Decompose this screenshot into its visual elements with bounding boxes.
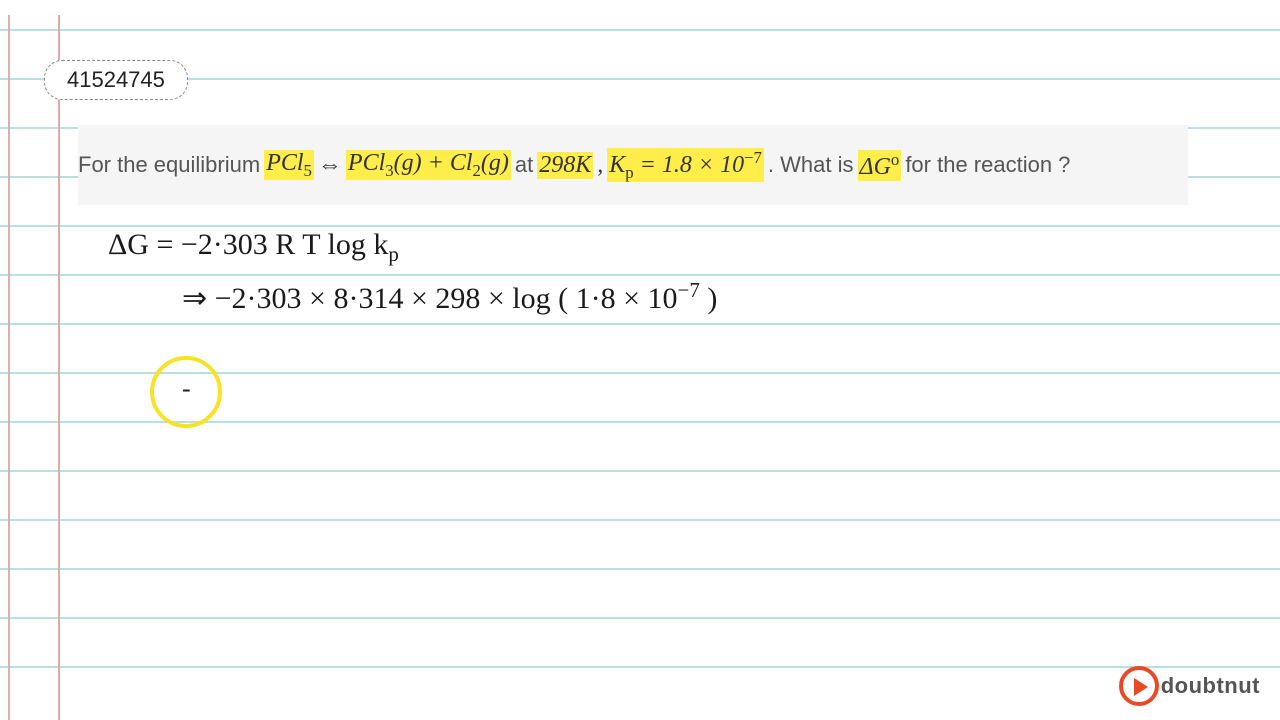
eq-state-3: (g) bbox=[481, 150, 509, 176]
hw-line1-sub: p bbox=[388, 242, 399, 266]
hw-line2-arrow: ⇒ bbox=[182, 282, 207, 315]
question-mid1: at bbox=[515, 152, 533, 178]
margin-rule-right bbox=[58, 15, 60, 720]
question-mid2: , bbox=[597, 152, 603, 179]
equation-highlight-2: PCl3(g) + Cl2(g) bbox=[346, 150, 511, 181]
question-post: for the reaction ? bbox=[905, 152, 1070, 178]
question-id-badge: 41524745 bbox=[44, 60, 188, 100]
eq-compound-1: PCl bbox=[266, 150, 303, 176]
question-text-block: For the equilibrium PCl5 ⇔ PCl3(g) + Cl2… bbox=[78, 125, 1188, 205]
temp-highlight: 298K bbox=[537, 152, 593, 179]
kp-highlight: Kp = 1.8 × 10−7 bbox=[607, 148, 764, 183]
kp-eq: = 1.8 × 10 bbox=[634, 152, 744, 178]
question-pre: For the equilibrium bbox=[78, 152, 260, 178]
play-icon bbox=[1119, 666, 1159, 706]
eq-arrow: ⇔ bbox=[318, 152, 342, 179]
hw-line2-close: ) bbox=[700, 282, 718, 315]
eq-compound-2: PCl bbox=[348, 150, 385, 176]
hw-line2-exp: −7 bbox=[678, 278, 700, 302]
question-id-number: 41524745 bbox=[67, 67, 165, 92]
hw-line1-text: ΔG = −2·303 R T log k bbox=[108, 228, 388, 261]
handwritten-line-1: ΔG = −2·303 R T log kp bbox=[108, 228, 399, 267]
kp-sub: p bbox=[625, 162, 633, 181]
eq-sub-1: 5 bbox=[304, 160, 312, 179]
kp-exp: −7 bbox=[744, 148, 762, 167]
equation-highlight-1: PCl5 bbox=[264, 150, 314, 181]
margin-rule-left bbox=[8, 15, 10, 720]
yellow-circle-annotation bbox=[150, 356, 222, 428]
eq-sub-2: 3 bbox=[385, 160, 393, 179]
dg-sup: o bbox=[891, 150, 899, 169]
handwritten-line-2: ⇒ −2·303 × 8·314 × 298 × log ( 1·8 × 10−… bbox=[182, 278, 717, 316]
doubtnut-logo[interactable]: doubtnut bbox=[1119, 666, 1260, 706]
hw-line2-text: −2·303 × 8·314 × 298 × log ( 1·8 × 10 bbox=[207, 282, 677, 315]
dg-symbol: ΔG bbox=[860, 154, 891, 180]
eq-sub-3: 2 bbox=[473, 160, 481, 179]
eq-state-2: (g) + Cl bbox=[394, 150, 473, 176]
question-mid3: . What is bbox=[768, 152, 854, 178]
kp-label: K bbox=[609, 152, 625, 178]
dg-highlight: ΔGo bbox=[858, 150, 902, 181]
logo-text: doubtnut bbox=[1161, 673, 1260, 699]
